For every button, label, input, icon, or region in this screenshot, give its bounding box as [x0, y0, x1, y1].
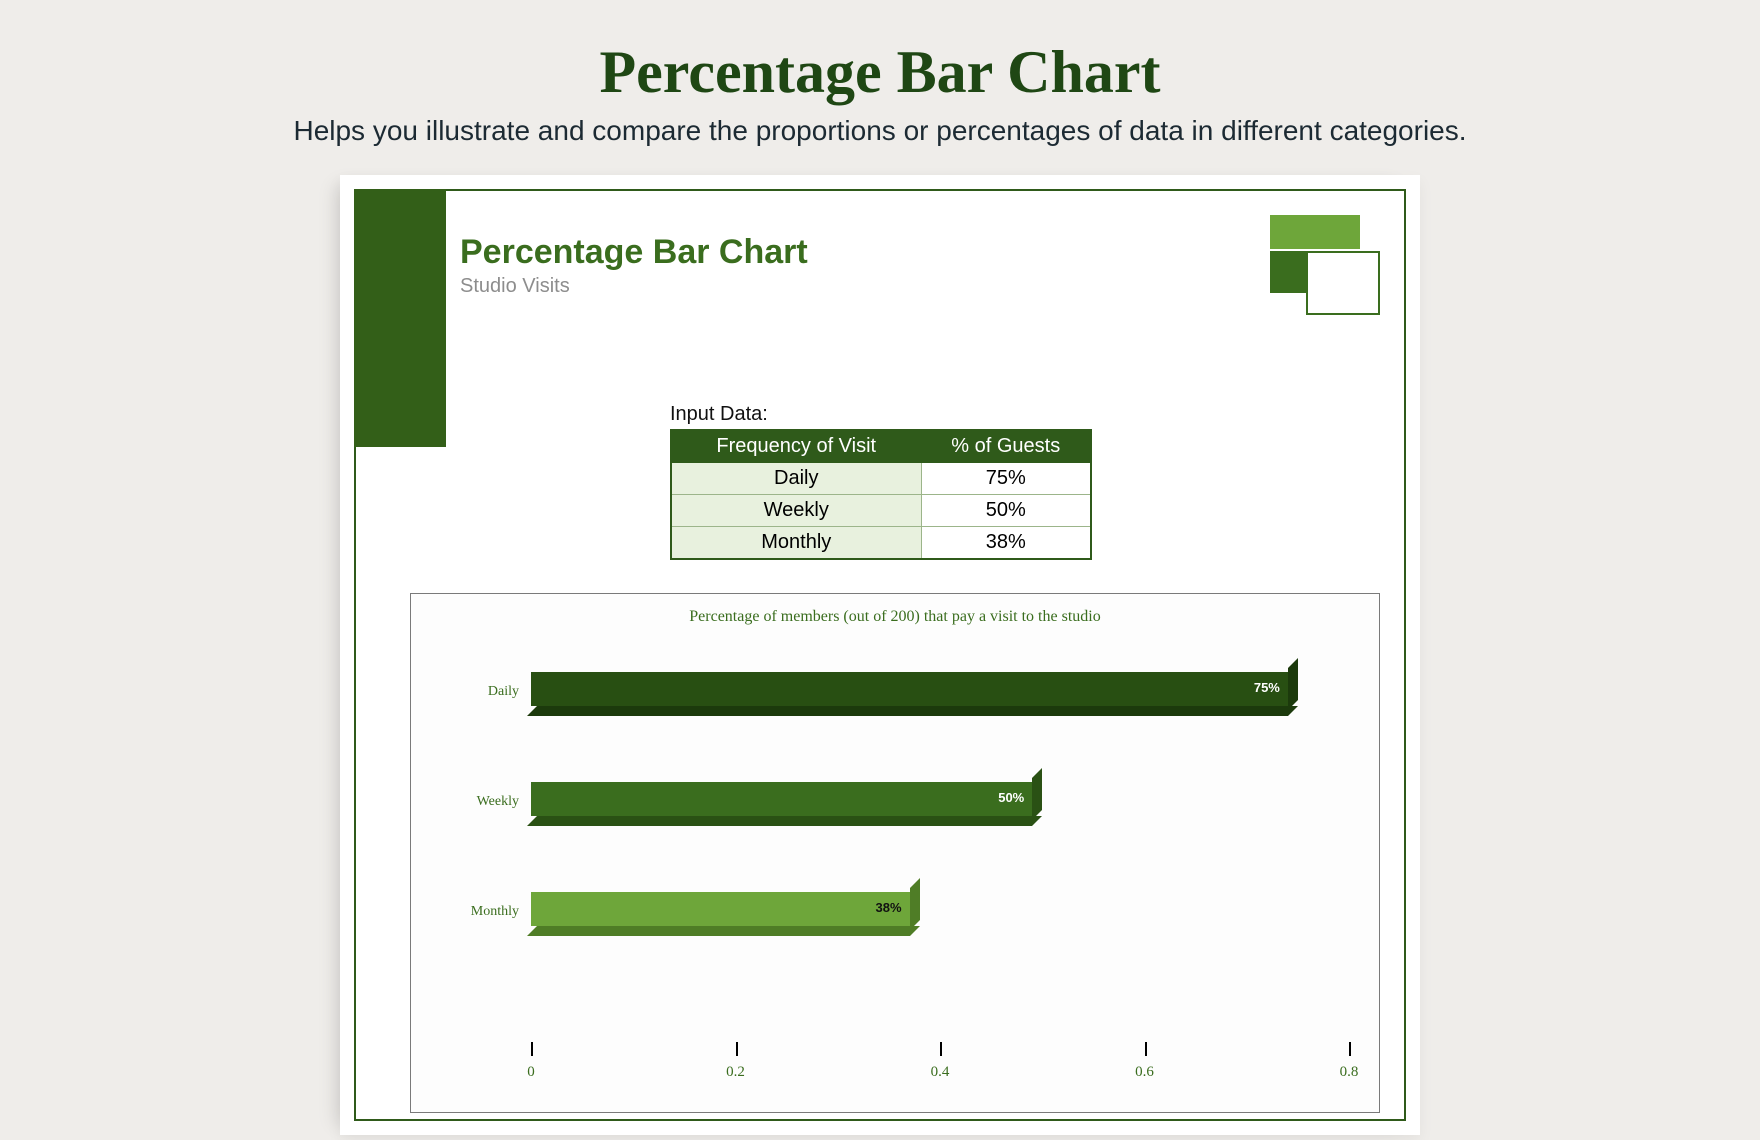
chart-bar-row: Weekly50%: [531, 776, 1349, 830]
chart-bar-row: Daily75%: [531, 666, 1349, 720]
chart-bar-value-label: 38%: [876, 900, 902, 915]
chart-container: Percentage of members (out of 200) that …: [410, 593, 1380, 1113]
chart-bar-value-label: 50%: [998, 790, 1024, 805]
chart-axis-tick: [1349, 1042, 1351, 1056]
chart-category-label: Monthly: [419, 904, 519, 920]
input-data-table: Frequency of Visit % of Guests Daily 75%…: [670, 429, 1092, 560]
table-cell-frequency: Daily: [671, 463, 921, 495]
chart-axis-tick-label: 0.2: [726, 1064, 745, 1081]
table-header-percent: % of Guests: [921, 430, 1091, 463]
table-cell-percent: 75%: [921, 463, 1091, 495]
decorative-corner-graphic: [1270, 215, 1380, 315]
table-cell-frequency: Weekly: [671, 495, 921, 527]
chart-axis-tick: [1145, 1042, 1147, 1056]
chart-bar: 50%: [531, 782, 1042, 826]
page-subtitle: Helps you illustrate and compare the pro…: [0, 115, 1760, 147]
chart-title: Percentage of members (out of 200) that …: [411, 608, 1379, 626]
chart-axis-tick-label: 0: [527, 1064, 535, 1081]
table-cell-percent: 50%: [921, 495, 1091, 527]
table-row: Weekly 50%: [671, 495, 1091, 527]
document-subtitle: Studio Visits: [460, 275, 570, 298]
table-row: Monthly 38%: [671, 527, 1091, 560]
chart-axis-tick: [940, 1042, 942, 1056]
chart-axis-tick-label: 0.4: [931, 1064, 950, 1081]
decorative-square-icon: [1306, 251, 1380, 315]
chart-bar-row: Monthly38%: [531, 886, 1349, 940]
chart-plot-area: Daily75% Weekly50% Monthly38%: [531, 646, 1349, 1042]
chart-category-label: Weekly: [419, 794, 519, 810]
table-header-frequency: Frequency of Visit: [671, 430, 921, 463]
chart-bar-value-label: 75%: [1254, 680, 1280, 695]
table-row: Daily 75%: [671, 463, 1091, 495]
chart-axis-tick-label: 0.6: [1135, 1064, 1154, 1081]
table-cell-frequency: Monthly: [671, 527, 921, 560]
input-data-label: Input Data:: [670, 403, 768, 426]
table-cell-percent: 38%: [921, 527, 1091, 560]
chart-axis-tick: [736, 1042, 738, 1056]
chart-axis-tick: [531, 1042, 533, 1056]
chart-category-label: Daily: [419, 684, 519, 700]
chart-x-axis: 00.20.40.60.8: [531, 1042, 1349, 1088]
chart-bar: 38%: [531, 892, 920, 936]
page-title: Percentage Bar Chart: [0, 0, 1760, 107]
chart-axis-tick-label: 0.8: [1340, 1064, 1359, 1081]
chart-bar: 75%: [531, 672, 1298, 716]
decorative-sidebar-block: [354, 189, 446, 447]
document-preview: Percentage Bar Chart Studio Visits Input…: [340, 175, 1420, 1135]
document-title: Percentage Bar Chart: [460, 233, 808, 272]
